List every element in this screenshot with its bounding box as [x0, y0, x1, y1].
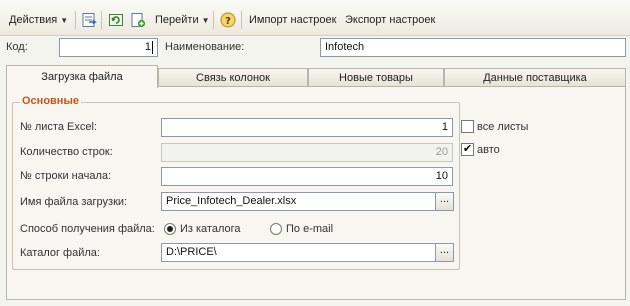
- method-email-radio[interactable]: [270, 223, 282, 235]
- catalog-browse-button[interactable]: ...: [436, 243, 454, 262]
- tab-supplier-data[interactable]: Данные поставщика: [444, 68, 626, 87]
- name-label: Наименование:: [165, 41, 245, 53]
- tab-new-products[interactable]: Новые товары: [308, 68, 444, 87]
- code-field[interactable]: 1: [59, 38, 158, 57]
- tab-label: Данные поставщика: [483, 72, 587, 84]
- start-row-value: 10: [435, 170, 448, 182]
- export-settings-button[interactable]: Экспорт настроек: [345, 10, 435, 30]
- catalog-field[interactable]: D:\PRICE\: [161, 243, 436, 262]
- rows-count-value: 20: [435, 146, 448, 158]
- all-sheets-checkbox[interactable]: [461, 120, 474, 133]
- help-icon[interactable]: ?: [220, 12, 236, 28]
- all-sheets-label: все листы: [477, 121, 529, 133]
- file-name-label: Имя файла загрузки:: [20, 196, 128, 208]
- toolbar-separator: [241, 11, 242, 29]
- chevron-down-icon: ▼: [60, 16, 69, 25]
- method-email-label: По e-mail: [286, 223, 334, 235]
- method-label: Способ получения файла:: [20, 223, 155, 235]
- start-row-field[interactable]: 10: [161, 167, 453, 186]
- sheet-number-field[interactable]: 1: [161, 118, 453, 137]
- toolbar-separator: [213, 11, 214, 29]
- actions-menu-label: Действия: [9, 14, 58, 26]
- rows-count-label: Количество строк:: [20, 146, 113, 158]
- text-cursor: [152, 40, 153, 54]
- name-value: Infotech: [325, 41, 365, 53]
- toolbar-separator: [75, 11, 76, 29]
- catalog-value: D:\PRICE\: [166, 246, 217, 258]
- name-field[interactable]: Infotech: [320, 38, 626, 57]
- auto-label: авто: [477, 144, 500, 156]
- toolbar: Действия ▼ Перейти ▼ ? Импорт настроек Экс…: [0, 0, 630, 36]
- file-name-value: Price_Infotech_Dealer.xlsx: [166, 195, 297, 207]
- tab-strip: Загрузка файла Связь колонок Новые товар…: [6, 65, 626, 88]
- goto-menu-label: Перейти: [155, 14, 199, 26]
- checkmark-icon: ✔: [462, 143, 473, 155]
- import-settings-button[interactable]: Импорт настроек: [249, 10, 336, 30]
- toolbar-separator: [101, 11, 102, 29]
- goto-menu-button[interactable]: Перейти ▼: [155, 10, 210, 30]
- auto-checkbox[interactable]: ✔: [461, 143, 474, 156]
- sheet-number-label: № листа Excel:: [20, 121, 97, 133]
- actions-menu-button[interactable]: Действия ▼: [9, 10, 68, 30]
- radio-selected-dot: [167, 226, 173, 232]
- start-row-label: № строки начала:: [20, 170, 112, 182]
- refresh-icon[interactable]: [108, 12, 124, 28]
- svg-text:?: ?: [225, 16, 231, 27]
- tab-file-load[interactable]: Загрузка файла: [6, 65, 158, 88]
- export-list-icon[interactable]: [81, 12, 97, 28]
- tab-label: Связь колонок: [196, 72, 270, 84]
- code-value: 1: [144, 41, 151, 53]
- tab-label: Новые товары: [339, 72, 413, 84]
- file-name-browse-button[interactable]: ...: [436, 192, 454, 211]
- method-catalog-label: Из каталога: [180, 223, 241, 235]
- code-label: Код:: [6, 41, 28, 53]
- tab-column-link[interactable]: Связь колонок: [158, 68, 308, 87]
- rows-count-field[interactable]: 20: [161, 143, 453, 162]
- tab-label: Загрузка файла: [41, 71, 123, 83]
- sheet-number-value: 1: [441, 121, 448, 133]
- file-name-field[interactable]: Price_Infotech_Dealer.xlsx: [161, 192, 436, 211]
- group-title: Основные: [20, 95, 81, 107]
- chevron-down-icon: ▼: [201, 16, 210, 25]
- method-catalog-radio[interactable]: [164, 223, 176, 235]
- ellipsis-icon: ...: [439, 193, 450, 205]
- catalog-label: Каталог файла:: [20, 247, 100, 259]
- add-document-icon[interactable]: [130, 12, 146, 28]
- ellipsis-icon: ...: [439, 244, 450, 256]
